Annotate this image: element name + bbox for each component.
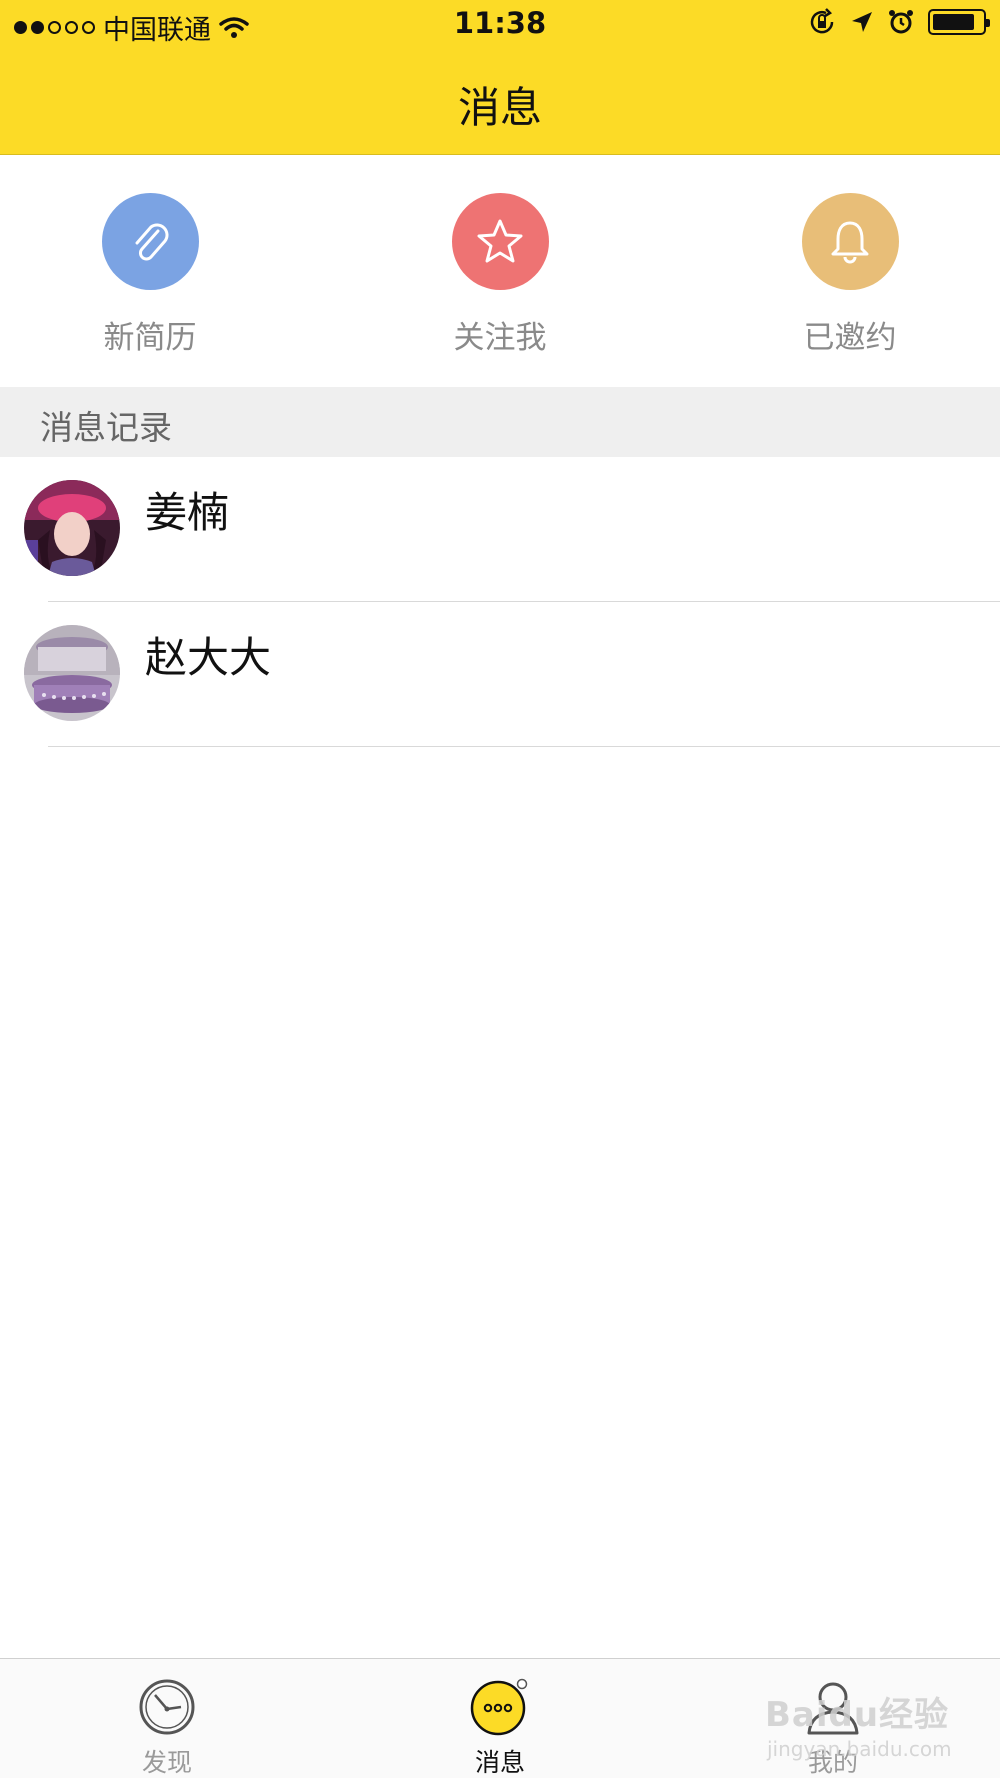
status-bar: 中国联通 11:38	[0, 0, 1000, 50]
quick-action-label: 已邀约	[803, 320, 897, 356]
bell-icon	[801, 193, 899, 290]
contact-name: 姜楠	[145, 488, 230, 537]
tab-label: 消息	[474, 1748, 525, 1777]
watermark-text: Baidu经验	[765, 1695, 950, 1735]
quick-action-invited[interactable]: 已邀约	[770, 193, 930, 357]
list-item[interactable]: 姜楠	[0, 457, 1000, 602]
alarm-icon	[889, 10, 913, 34]
tab-discover[interactable]: 发现	[87, 1677, 247, 1778]
page-title: 消息	[457, 83, 542, 132]
quick-action-label: 关注我	[453, 320, 547, 356]
avatar	[24, 625, 120, 721]
avatar	[24, 480, 120, 576]
quick-action-follow-me[interactable]: 关注我	[420, 193, 580, 357]
location-arrow-icon	[852, 12, 872, 32]
section-header: 消息记录	[0, 387, 1000, 457]
section-title: 消息记录	[40, 408, 172, 447]
paperclip-icon	[101, 193, 199, 290]
list-item[interactable]: 赵大大	[0, 602, 1000, 747]
quick-actions: 新简历 关注我 已邀约	[0, 155, 1000, 387]
divider	[48, 746, 1000, 747]
quick-action-new-resume[interactable]: 新简历	[70, 193, 230, 357]
chat-bubble-icon	[470, 1678, 528, 1736]
battery-icon	[928, 9, 990, 35]
orientation-lock-icon	[810, 8, 834, 34]
watermark-url: jingyan.baidu.com	[767, 1737, 952, 1761]
star-icon	[451, 193, 549, 290]
compass-icon	[139, 1679, 195, 1735]
quick-action-label: 新简历	[103, 320, 197, 356]
tab-label: 发现	[141, 1748, 192, 1777]
status-right	[808, 8, 990, 36]
contact-name: 赵大大	[145, 633, 272, 682]
header: 中国联通 11:38 消息	[0, 0, 1000, 155]
watermark: Baidu经验 jingyan.baidu.com	[765, 1665, 965, 1765]
tab-messages[interactable]: 消息	[420, 1677, 580, 1778]
